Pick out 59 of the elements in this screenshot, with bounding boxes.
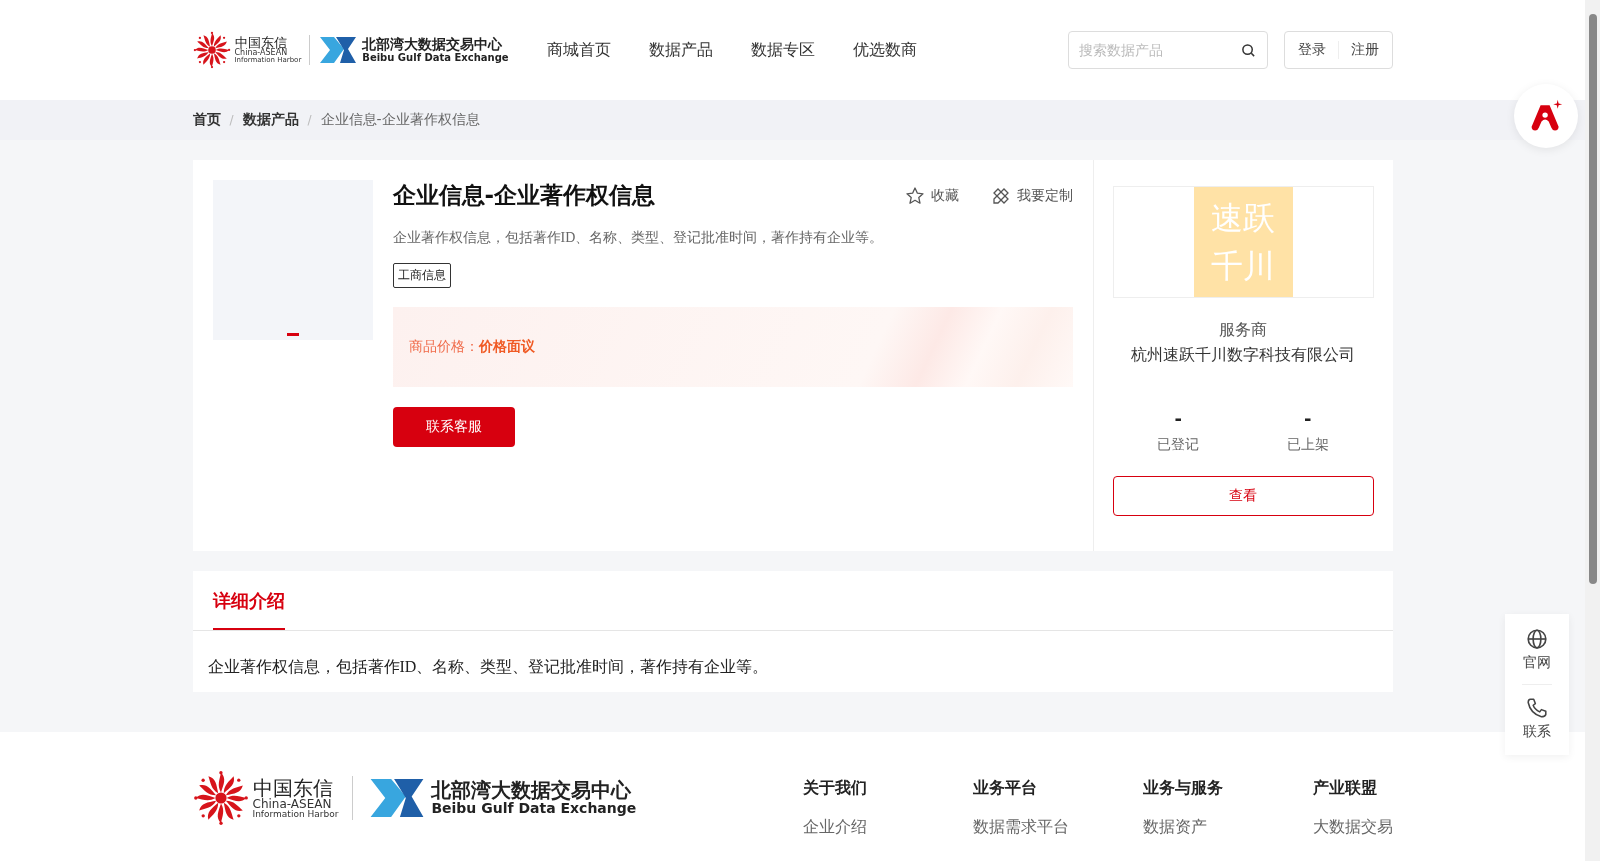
stat-label: 已登记 — [1157, 436, 1200, 454]
flower-logo-icon — [192, 31, 231, 69]
logo-text: 北部湾大数据交易中心 — [362, 36, 504, 53]
footer-heading: 业务与服务 — [1142, 778, 1224, 799]
auth-link[interactable]: 注册 — [1350, 41, 1379, 59]
logo-text: 北部湾大数据交易中心 — [431, 779, 632, 802]
footer-heading: 业务平台 — [972, 778, 1038, 799]
product-title: 企业信息-企业著作权信息 — [392, 181, 656, 210]
logo-text: 速跃 — [1211, 198, 1275, 239]
details-text: 企业著作权信息，包括著作ID、名称、类型、登记批准时间，著作持有企业等。 — [206, 657, 770, 677]
breadcrumb-link[interactable]: 数据产品 — [242, 111, 299, 129]
provider-name: 杭州速跃千川数字科技有限公司 — [1131, 345, 1355, 366]
logo-text: China-ASEAN — [252, 797, 332, 810]
footer-heading: 关于我们 — [802, 778, 868, 799]
footer-link[interactable]: 数据资产 — [1142, 817, 1313, 838]
scrollbar[interactable] — [1585, 0, 1600, 861]
stat-value: - — [1174, 410, 1182, 428]
breadcrumb-separator: / — [307, 113, 312, 127]
details-tab[interactable]: 详细介绍 — [212, 571, 285, 630]
breadcrumb-separator: / — [229, 113, 234, 127]
logo-text: 中国东信 — [252, 777, 334, 798]
category-tag: 工商信息 — [392, 263, 451, 288]
nav-link[interactable]: 数据产品 — [648, 39, 713, 61]
logo-text: Beibu Gulf Data Exchange — [431, 801, 637, 817]
action-link[interactable]: 收藏 — [904, 185, 959, 206]
stat-value: - — [1304, 410, 1312, 428]
logo-text: Information Harbor — [252, 809, 339, 819]
search-icon[interactable] — [1240, 43, 1256, 58]
footer-link[interactable]: 大数据交易 — [1312, 817, 1393, 838]
side-link[interactable]: 官网 — [1523, 626, 1551, 674]
contact-button[interactable]: 联系客服 — [392, 407, 515, 447]
stat-label: 已上架 — [1286, 436, 1329, 454]
nav-link[interactable]: 数据专区 — [750, 39, 815, 61]
view-button[interactable]: 查看 — [1112, 476, 1374, 516]
logo-text: 中国东信 — [234, 36, 288, 49]
search-field[interactable]: 搜索数据产品 — [1067, 31, 1268, 69]
side-link[interactable]: 联系 — [1523, 695, 1551, 743]
auth-link[interactable]: 登录 — [1297, 41, 1326, 59]
footer-heading: 产业联盟 — [1312, 778, 1378, 799]
logo-text: China-ASEAN — [234, 49, 289, 57]
breadcrumb-link[interactable]: 首页 — [192, 111, 221, 129]
star-icon — [904, 185, 925, 206]
phone-icon — [1526, 697, 1548, 719]
nav-link[interactable]: 优选数商 — [852, 39, 917, 61]
globe-icon — [1526, 628, 1548, 650]
provider-role: 服务商 — [1219, 320, 1267, 341]
product-description: 企业著作权信息，包括著作ID、名称、类型、登记批准时间，著作持有企业等。 — [392, 229, 885, 247]
action-link[interactable]: 我要定制 — [990, 185, 1073, 206]
logo-text: 千川 — [1211, 246, 1275, 287]
logo-text: Beibu Gulf Data Exchange — [362, 52, 509, 64]
carousel-indicator[interactable] — [286, 333, 299, 336]
nav-link[interactable]: 商城首页 — [546, 39, 611, 61]
flower-logo-icon — [192, 770, 249, 826]
breadcrumb-link[interactable]: 企业信息-企业著作权信息 — [320, 111, 480, 129]
footer-link[interactable]: 企业介绍 — [802, 817, 973, 838]
x-logo-icon — [318, 35, 359, 65]
price-value: 价格面议 — [478, 338, 535, 356]
price-label: 商品价格： — [408, 338, 479, 356]
footer-link[interactable]: 数据需求平台 — [972, 817, 1143, 838]
